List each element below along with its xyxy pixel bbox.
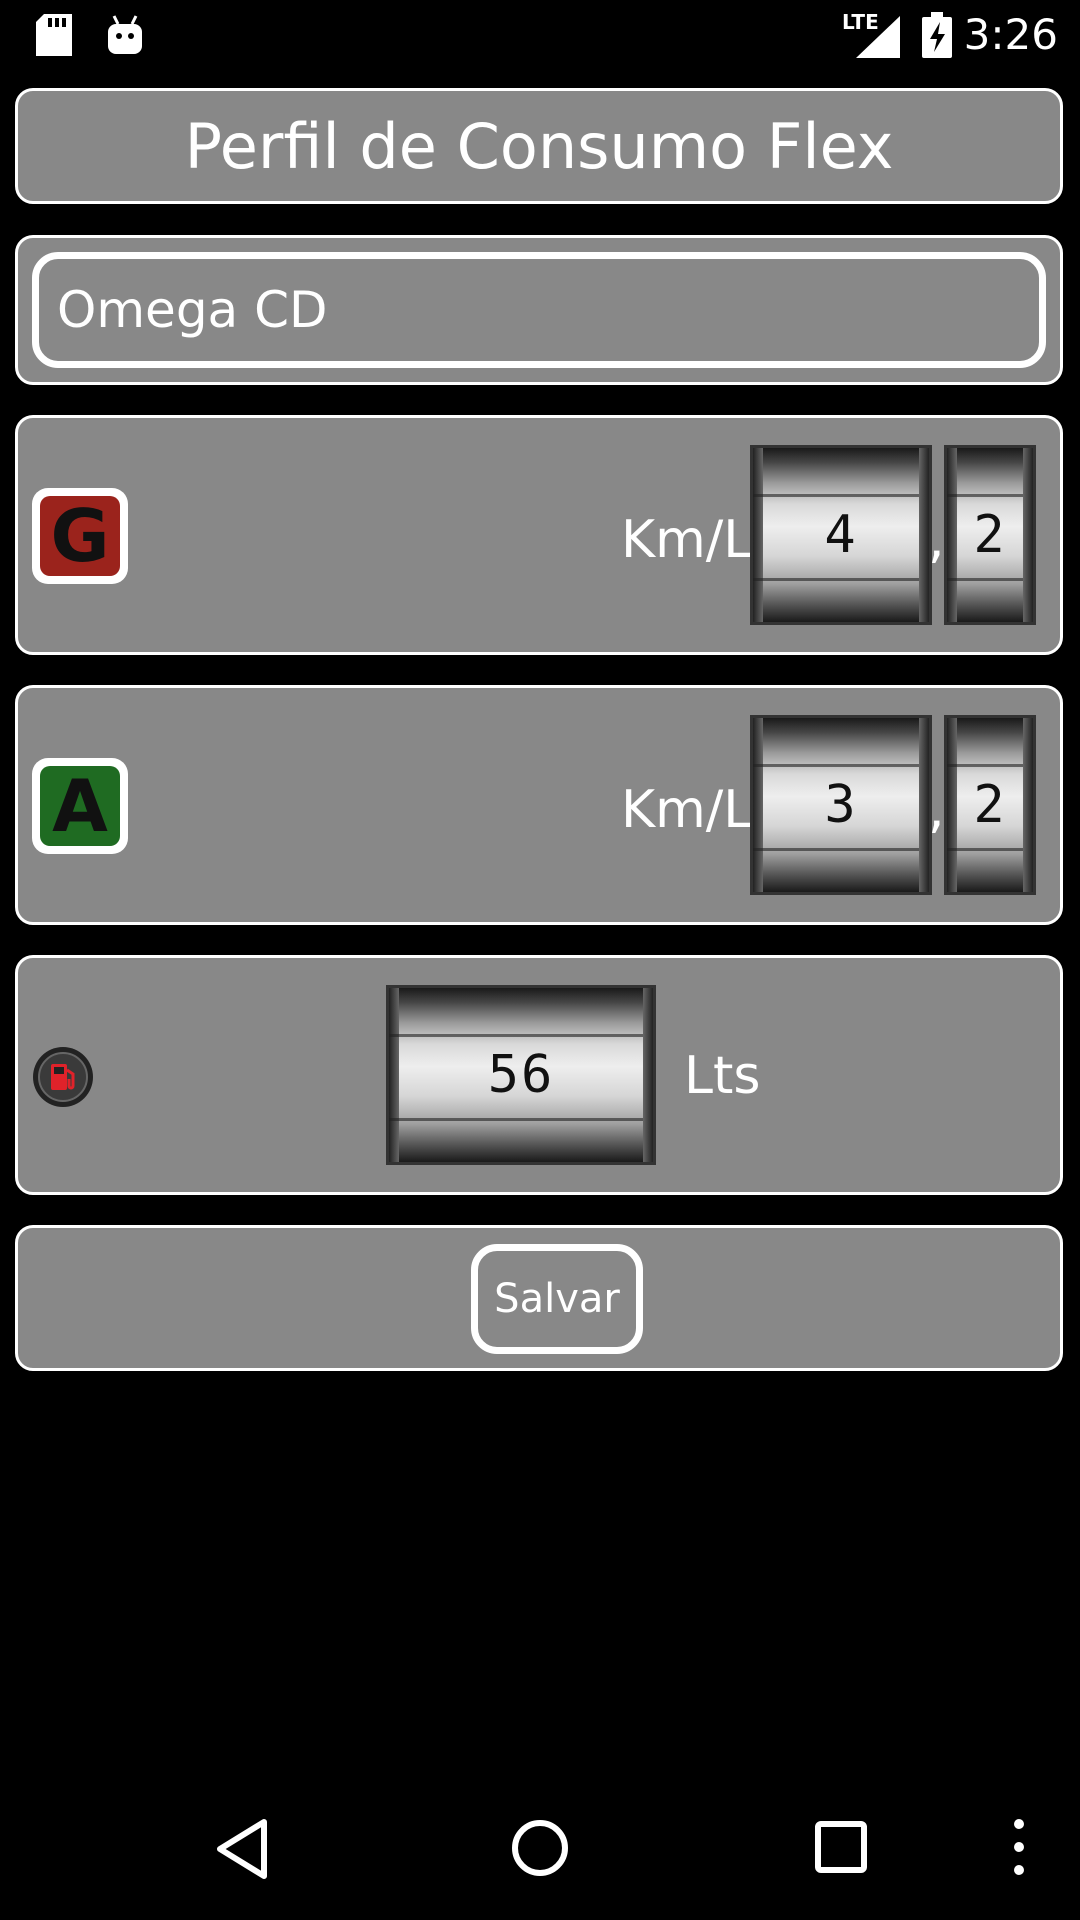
signal-icon: [856, 16, 900, 62]
alcohol-integer-picker[interactable]: 3: [750, 715, 932, 895]
gasoline-decimal-picker[interactable]: 2: [944, 445, 1036, 625]
alcohol-decimal-value: 2: [973, 775, 1007, 835]
gasoline-badge-icon: G: [40, 494, 120, 578]
save-panel: Salvar: [15, 1225, 1063, 1371]
page-title: Perfil de Consumo Flex: [184, 109, 894, 183]
gasoline-decimal-value: 2: [973, 505, 1007, 565]
decimal-separator: ,: [928, 780, 945, 840]
tank-panel: 56 Lts: [15, 955, 1063, 1195]
vehicle-name-panel: [15, 235, 1063, 385]
clock: 3:26: [963, 10, 1058, 59]
recents-icon[interactable]: [814, 1820, 868, 1878]
battery-charging-icon: [922, 12, 952, 62]
alcohol-badge-icon: A: [40, 764, 120, 848]
gasoline-integer-value: 4: [824, 505, 858, 565]
alcohol-unit-label: Km/L: [621, 780, 753, 840]
home-icon[interactable]: [510, 1818, 570, 1882]
overflow-menu-icon[interactable]: [1008, 1816, 1030, 1882]
decimal-separator: ,: [928, 510, 945, 570]
tank-unit-label: Lts: [684, 1046, 761, 1106]
gasoline-badge: G: [32, 488, 128, 584]
alcohol-decimal-picker[interactable]: 2: [944, 715, 1036, 895]
tank-capacity-value: 56: [487, 1045, 555, 1105]
sd-card-icon: [36, 14, 72, 60]
gasoline-integer-picker[interactable]: 4: [750, 445, 932, 625]
title-panel: Perfil de Consumo Flex: [15, 88, 1063, 204]
gasoline-panel: G Km/L 4 , 2: [15, 415, 1063, 655]
alcohol-panel: A Km/L 3 , 2: [15, 685, 1063, 925]
android-debug-icon: [106, 14, 144, 60]
back-icon[interactable]: [212, 1818, 272, 1884]
navigation-bar: [0, 1800, 1080, 1920]
gasoline-unit-label: Km/L: [621, 510, 753, 570]
status-bar: LTE 3:26: [0, 0, 1080, 72]
alcohol-integer-value: 3: [824, 775, 858, 835]
vehicle-name-field[interactable]: [32, 252, 1046, 368]
fuel-pump-icon: [32, 1046, 94, 1112]
alcohol-badge: A: [32, 758, 128, 854]
tank-capacity-picker[interactable]: 56: [386, 985, 656, 1165]
save-button[interactable]: Salvar: [471, 1244, 643, 1354]
